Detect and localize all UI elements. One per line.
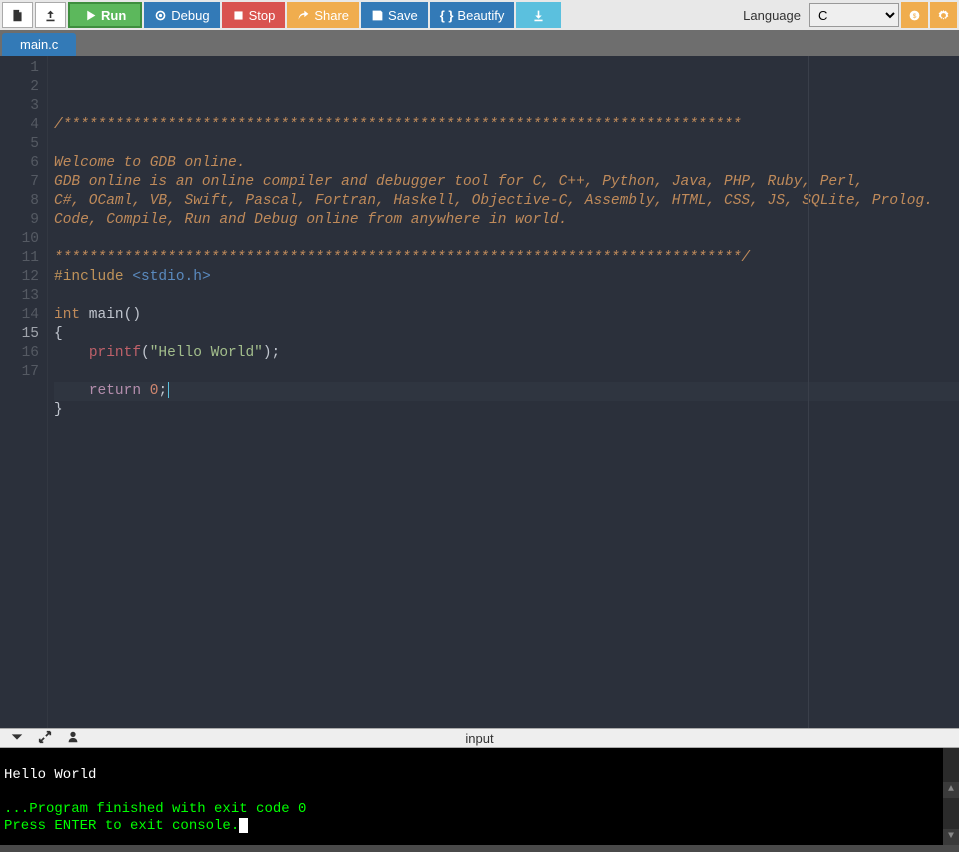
collapse-console-button[interactable]: [10, 730, 24, 747]
code-line[interactable]: [54, 230, 959, 249]
line-number: 10: [0, 230, 39, 249]
language-select[interactable]: C: [809, 3, 899, 27]
print-margin: [808, 56, 809, 728]
save-button[interactable]: Save: [361, 2, 428, 28]
upload-button[interactable]: [35, 2, 66, 28]
line-number: 1: [0, 59, 39, 78]
line-number: 6: [0, 154, 39, 173]
line-number: 13: [0, 287, 39, 306]
code-line[interactable]: [54, 363, 959, 382]
expand-icon: [38, 730, 52, 744]
run-button[interactable]: Run: [68, 2, 142, 28]
code-line[interactable]: {: [54, 325, 959, 344]
console-status: ...Program finished with exit code 0: [4, 801, 306, 817]
console-cursor: [239, 818, 248, 833]
tab-main-c[interactable]: main.c: [2, 33, 76, 56]
download-button[interactable]: [516, 2, 561, 28]
code-line[interactable]: Welcome to GDB online.: [54, 154, 959, 173]
braces-icon: { }: [440, 8, 454, 23]
line-number: 14: [0, 306, 39, 325]
line-number: 11: [0, 249, 39, 268]
download-icon: [532, 9, 545, 22]
gear-icon: [937, 9, 950, 22]
save-label: Save: [388, 8, 418, 23]
console-output[interactable]: Hello World ...Program finished with exi…: [0, 748, 959, 845]
person-icon: [66, 730, 80, 744]
chevron-down-icon: [10, 730, 24, 744]
donate-button[interactable]: $: [901, 2, 928, 28]
code-line[interactable]: GDB online is an online compiler and deb…: [54, 173, 959, 192]
console-header: input: [0, 728, 959, 748]
stop-button[interactable]: Stop: [222, 2, 286, 28]
debug-icon: [154, 9, 167, 22]
code-line[interactable]: [54, 420, 959, 439]
copy-console-button[interactable]: [66, 730, 80, 747]
code-editor[interactable]: 1234567891011121314151617 /*************…: [0, 56, 959, 728]
code-line[interactable]: int main(): [54, 306, 959, 325]
line-gutter: 1234567891011121314151617: [0, 56, 48, 728]
console-title: input: [465, 731, 493, 746]
main-toolbar: Run Debug Stop Share Save { } Beautify L…: [0, 0, 959, 30]
code-line[interactable]: Code, Compile, Run and Debug online from…: [54, 211, 959, 230]
line-number: 8: [0, 192, 39, 211]
code-line[interactable]: #include <stdio.h>: [54, 268, 959, 287]
code-line[interactable]: return 0;: [54, 382, 959, 401]
settings-button[interactable]: [930, 2, 957, 28]
scroll-up-icon[interactable]: ▲: [943, 782, 959, 798]
expand-console-button[interactable]: [38, 730, 52, 747]
line-number: 17: [0, 363, 39, 382]
line-number: 2: [0, 78, 39, 97]
coin-icon: $: [908, 9, 921, 22]
console-stdout: Hello World: [4, 767, 96, 783]
play-icon: [84, 9, 97, 22]
share-label: Share: [314, 8, 349, 23]
debug-button[interactable]: Debug: [144, 2, 219, 28]
line-number: 3: [0, 97, 39, 116]
stop-icon: [232, 9, 245, 22]
share-button[interactable]: Share: [287, 2, 359, 28]
code-line[interactable]: [54, 287, 959, 306]
save-icon: [371, 9, 384, 22]
language-label: Language: [737, 2, 807, 28]
run-label: Run: [101, 8, 126, 23]
code-line[interactable]: printf("Hello World");: [54, 344, 959, 363]
code-area[interactable]: /***************************************…: [48, 56, 959, 728]
upload-icon: [44, 9, 57, 22]
stop-label: Stop: [249, 8, 276, 23]
code-line[interactable]: [54, 135, 959, 154]
scroll-down-icon[interactable]: ▼: [943, 829, 959, 845]
code-line[interactable]: ****************************************…: [54, 249, 959, 268]
line-number: 12: [0, 268, 39, 287]
share-icon: [297, 9, 310, 22]
beautify-button[interactable]: { } Beautify: [430, 2, 515, 28]
new-file-button[interactable]: [2, 2, 33, 28]
console-scrollbar[interactable]: ▲ ▼: [943, 748, 959, 845]
line-number: 16: [0, 344, 39, 363]
code-line[interactable]: C#, OCaml, VB, Swift, Pascal, Fortran, H…: [54, 192, 959, 211]
line-number: 5: [0, 135, 39, 154]
editor-tabs: main.c: [0, 30, 959, 56]
line-number: 4: [0, 116, 39, 135]
line-number: 7: [0, 173, 39, 192]
code-line[interactable]: /***************************************…: [54, 116, 959, 135]
console-prompt: Press ENTER to exit console.: [4, 818, 239, 834]
svg-text:$: $: [913, 12, 917, 19]
beautify-label: Beautify: [457, 8, 504, 23]
code-line[interactable]: }: [54, 401, 959, 420]
debug-label: Debug: [171, 8, 209, 23]
toolbar-spacer: [563, 2, 735, 28]
new-file-icon: [11, 9, 24, 22]
line-number: 9: [0, 211, 39, 230]
line-number: 15: [0, 325, 39, 344]
